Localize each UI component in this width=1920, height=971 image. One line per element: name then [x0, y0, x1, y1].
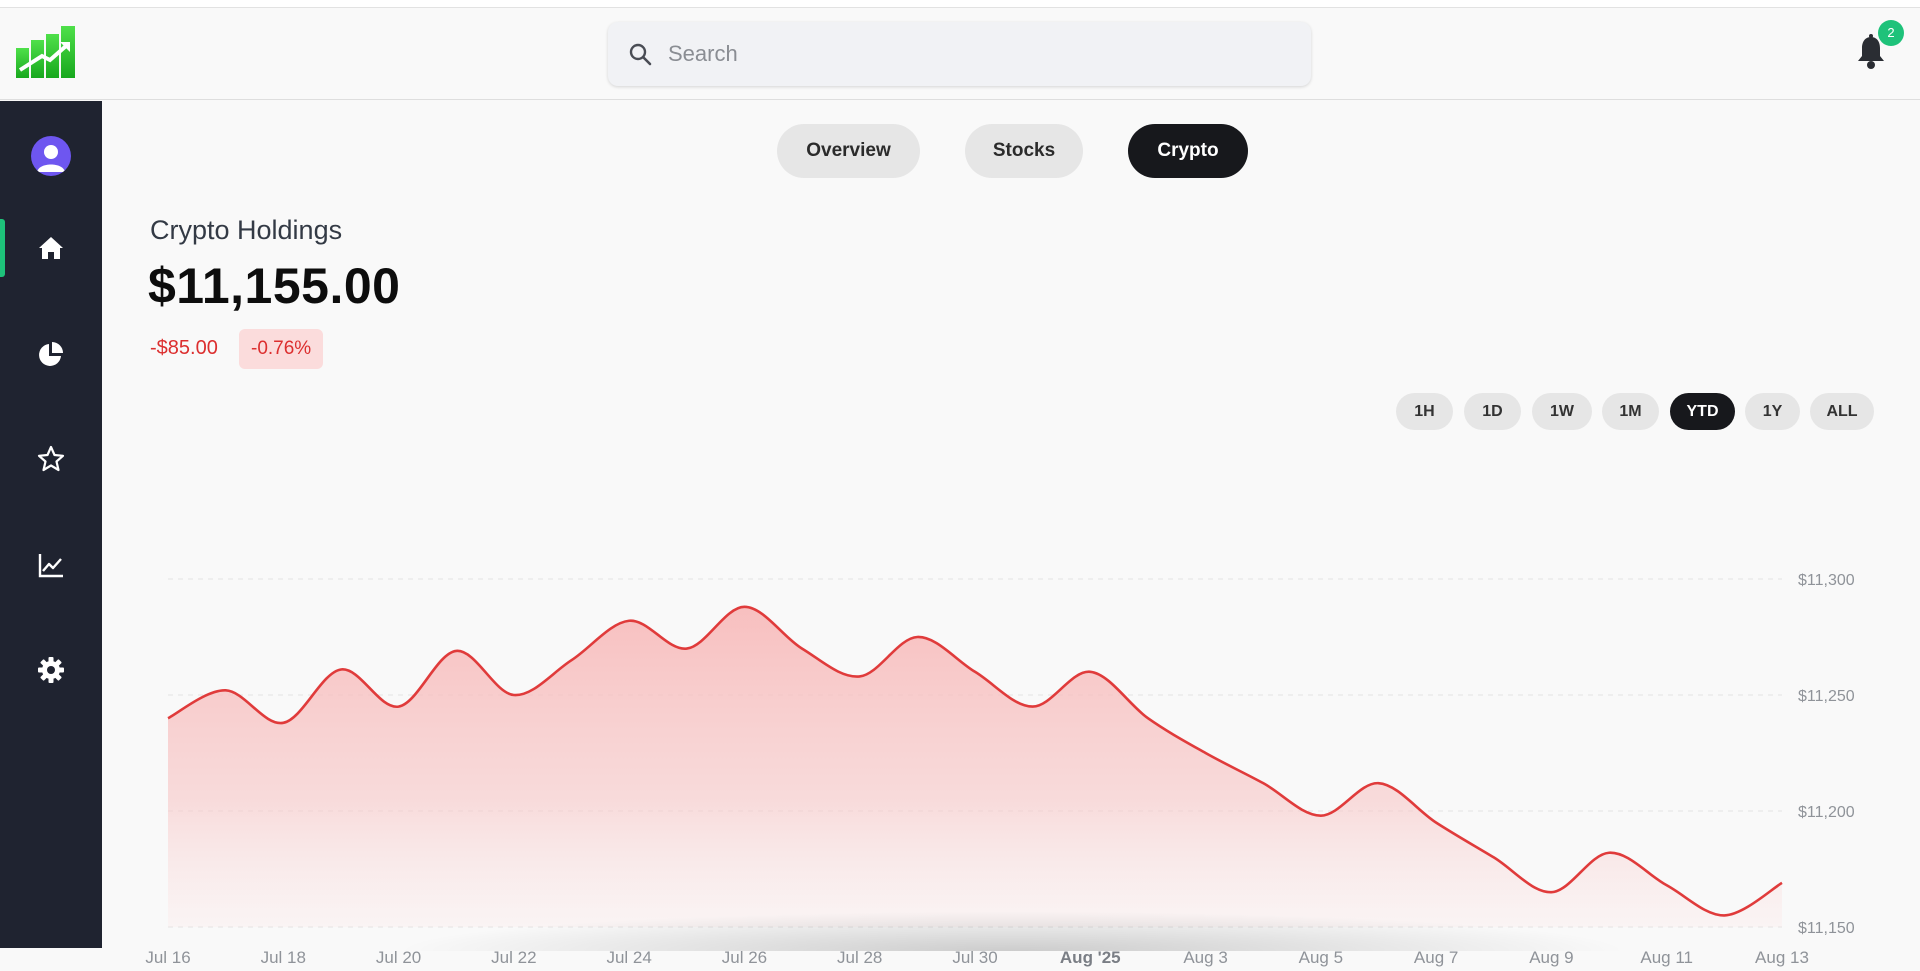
- x-tick-label: Aug 11: [1640, 948, 1693, 967]
- chart-data-point[interactable]: [684, 646, 690, 652]
- search-icon: [629, 43, 652, 66]
- chart-data-point[interactable]: [626, 618, 632, 624]
- change-amount: -$85.00: [150, 337, 218, 359]
- gear-icon: [38, 657, 64, 683]
- sidebar: [0, 101, 102, 948]
- holdings-value: $11,155.00: [148, 258, 401, 314]
- range-button-1m[interactable]: 1M: [1602, 393, 1659, 430]
- chart-data-point[interactable]: [1721, 912, 1727, 918]
- chart-data-point[interactable]: [741, 604, 747, 610]
- notification-badge: 2: [1878, 20, 1904, 46]
- x-tick-label: Aug 13: [1755, 948, 1809, 967]
- chart-data-point[interactable]: [165, 715, 171, 721]
- holdings-title: Crypto Holdings: [150, 215, 343, 245]
- sidebar-item-settings[interactable]: [0, 639, 102, 699]
- chart-data-point[interactable]: [223, 687, 229, 693]
- chart-data-point[interactable]: [1376, 780, 1382, 786]
- chart-data-point[interactable]: [799, 646, 805, 652]
- sidebar-item-home[interactable]: [0, 217, 102, 277]
- chart-data-point[interactable]: [511, 692, 517, 698]
- star-icon: [37, 445, 65, 472]
- chart-data-point[interactable]: [1491, 854, 1497, 860]
- range-button-ytd[interactable]: YTD: [1670, 393, 1735, 430]
- app-logo-icon[interactable]: [16, 26, 76, 78]
- chart-data-point[interactable]: [1260, 780, 1266, 786]
- range-button-1w[interactable]: 1W: [1532, 393, 1592, 430]
- chart-data-point[interactable]: [1030, 704, 1036, 710]
- y-tick-label: $11,150: [1798, 920, 1855, 937]
- tab-stocks[interactable]: Stocks: [965, 124, 1083, 178]
- bottom-shadow: [392, 911, 1632, 951]
- tab-crypto[interactable]: Crypto: [1128, 124, 1248, 178]
- home-icon: [39, 237, 63, 259]
- chart-data-point[interactable]: [972, 669, 978, 675]
- chart-data-point[interactable]: [1145, 715, 1151, 721]
- portfolio-area-chart[interactable]: $11,300 $11,250 $11,200 $11,150 Jul 16 Jul 1…: [102, 461, 1920, 971]
- sidebar-item-portfolio[interactable]: [0, 323, 102, 383]
- chart-data-point[interactable]: [396, 704, 402, 710]
- chart-area-fill: [168, 606, 1782, 927]
- chart-data-point[interactable]: [453, 648, 459, 654]
- sidebar-item-analytics[interactable]: [0, 534, 102, 594]
- chart-data-point[interactable]: [1779, 880, 1785, 886]
- window-top-edge: [0, 0, 1920, 8]
- tab-overview[interactable]: Overview: [777, 124, 920, 178]
- search-bar[interactable]: [608, 22, 1311, 86]
- chart-data-point[interactable]: [914, 634, 920, 640]
- chart-data-point[interactable]: [1433, 820, 1439, 826]
- user-avatar-icon[interactable]: [31, 136, 71, 176]
- chart-data-point[interactable]: [280, 720, 286, 726]
- y-tick-label: $11,300: [1798, 572, 1855, 589]
- chart-data-point[interactable]: [1664, 882, 1670, 888]
- chart-data-point[interactable]: [1548, 889, 1554, 895]
- sidebar-item-watchlist[interactable]: [0, 428, 102, 488]
- line-chart-icon: [38, 554, 63, 578]
- top-header: 2: [0, 8, 1920, 100]
- search-input[interactable]: [668, 22, 1288, 86]
- chart-data-point[interactable]: [1203, 750, 1209, 756]
- range-button-all[interactable]: ALL: [1810, 393, 1874, 430]
- range-button-1d[interactable]: 1D: [1464, 393, 1521, 430]
- chart-data-point[interactable]: [569, 657, 575, 663]
- chart-data-point[interactable]: [338, 666, 344, 672]
- y-tick-label: $11,200: [1798, 804, 1855, 821]
- range-button-1y[interactable]: 1Y: [1745, 393, 1800, 430]
- pie-chart-icon: [39, 342, 63, 366]
- chart-data-point[interactable]: [857, 673, 863, 679]
- chart-data-point[interactable]: [1606, 850, 1612, 856]
- x-tick-label: Jul 18: [261, 948, 306, 967]
- chart-data-point[interactable]: [1087, 669, 1093, 675]
- range-button-1h[interactable]: 1H: [1396, 393, 1453, 430]
- x-tick-label: Jul 16: [145, 948, 190, 967]
- y-tick-label: $11,250: [1798, 688, 1855, 705]
- chart-data-point[interactable]: [1318, 813, 1324, 819]
- main-content: Overview Stocks Crypto Crypto Holdings $…: [102, 101, 1920, 967]
- change-percent-badge: -0.76%: [239, 329, 324, 369]
